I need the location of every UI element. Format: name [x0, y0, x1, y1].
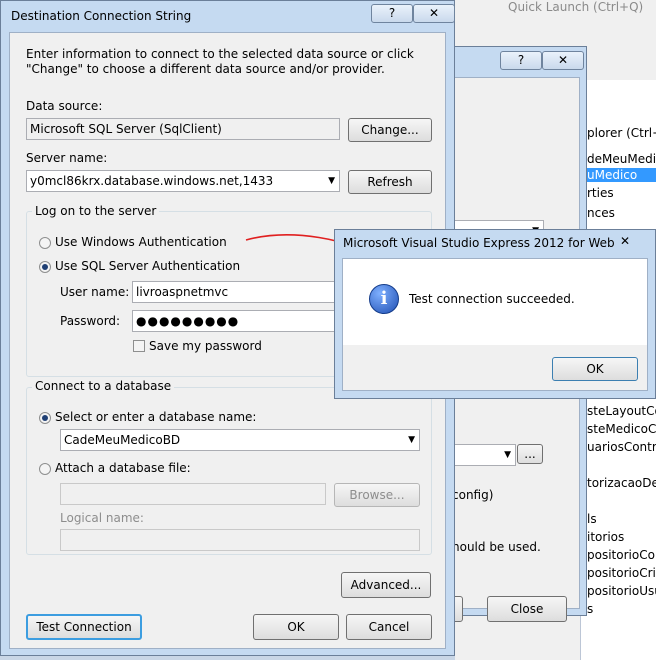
ok-button[interactable]: OK [552, 357, 638, 381]
close-button[interactable]: ✕ [605, 233, 645, 252]
message-area: i Test connection succeeded. [343, 259, 647, 345]
message-box: Microsoft Visual Studio Express 2012 for… [334, 229, 656, 399]
message-box-title: Microsoft Visual Studio Express 2012 for… [343, 236, 615, 250]
message-text: Test connection succeeded. [409, 292, 575, 306]
message-box-body: i Test connection succeeded. OK [342, 258, 648, 391]
info-icon: i [369, 284, 399, 314]
